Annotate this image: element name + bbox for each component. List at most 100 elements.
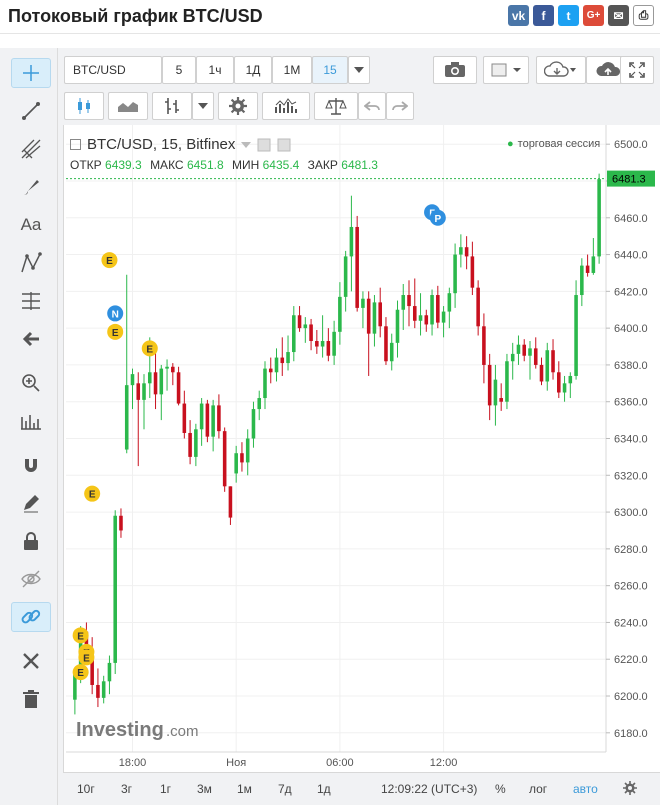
candle-body bbox=[384, 326, 388, 362]
fibonacci-tool[interactable] bbox=[11, 134, 51, 164]
area-type-button[interactable] bbox=[108, 92, 148, 120]
facebook-icon[interactable]: f bbox=[533, 5, 554, 26]
print-icon[interactable]: ⎙ bbox=[633, 5, 654, 26]
load-layout-button[interactable] bbox=[536, 56, 586, 84]
log-toggle[interactable]: лог bbox=[529, 782, 547, 796]
candle-body bbox=[303, 324, 308, 329]
price-tick-label: 6300.0 bbox=[614, 507, 648, 519]
candle-body bbox=[199, 403, 204, 430]
chart-style-button[interactable] bbox=[483, 56, 529, 84]
hide-drawings-tool[interactable] bbox=[11, 564, 51, 594]
fullscreen-button[interactable] bbox=[620, 56, 654, 84]
symbol-search-input[interactable]: BTC/USD bbox=[64, 56, 162, 84]
interval-1h[interactable]: 1ч bbox=[196, 56, 234, 84]
bars-icon bbox=[165, 98, 179, 114]
chevron-down-icon bbox=[198, 103, 208, 109]
brush-tool[interactable] bbox=[11, 172, 51, 202]
vk-icon[interactable]: vk bbox=[508, 5, 529, 26]
percent-toggle[interactable]: % bbox=[495, 782, 506, 796]
collapse-legend-icon[interactable] bbox=[70, 139, 81, 150]
range-3m[interactable]: 3м bbox=[197, 782, 212, 796]
interval-dropdown[interactable] bbox=[348, 56, 370, 84]
measure-ruler-tool[interactable] bbox=[11, 406, 51, 436]
range-1d[interactable]: 1д bbox=[317, 782, 331, 796]
arrow-tool[interactable] bbox=[11, 324, 51, 354]
bars-type-button[interactable] bbox=[152, 92, 192, 120]
text-tool[interactable]: Aa bbox=[11, 210, 51, 240]
fullscreen-icon bbox=[629, 62, 645, 78]
interval-1m[interactable]: 1М bbox=[272, 56, 312, 84]
chart-legend[interactable]: BTC/USD, 15, Bitfinex bbox=[70, 136, 291, 153]
candle-body bbox=[240, 453, 244, 463]
price-tick-label: 6180.0 bbox=[614, 728, 648, 740]
candle-body bbox=[574, 295, 578, 376]
candle-body bbox=[591, 256, 596, 273]
magnet-tool[interactable] bbox=[11, 450, 51, 480]
candle-body bbox=[412, 306, 417, 321]
candles-type-button[interactable] bbox=[64, 92, 104, 120]
measure-icon bbox=[22, 292, 40, 310]
range-10y[interactable]: 10г bbox=[77, 782, 95, 796]
stay-drawing-tool[interactable] bbox=[11, 488, 51, 518]
interval-15[interactable]: 15 bbox=[312, 56, 348, 84]
interval-5[interactable]: 5 bbox=[162, 56, 196, 84]
trend-line-tool[interactable] bbox=[11, 96, 51, 126]
undo-button[interactable] bbox=[358, 92, 386, 120]
clock[interactable]: 12:09:22 (UTC+3) bbox=[381, 782, 477, 796]
auto-toggle[interactable]: авто bbox=[573, 782, 598, 796]
gear-icon[interactable] bbox=[623, 781, 637, 795]
range-3y[interactable]: 3г bbox=[121, 782, 132, 796]
pattern-tool[interactable] bbox=[11, 248, 51, 278]
candle-body bbox=[453, 254, 457, 294]
candle-body bbox=[562, 383, 567, 393]
last-price-label: 6481.3 bbox=[612, 174, 646, 186]
email-icon[interactable]: ✉ bbox=[608, 5, 629, 26]
events: ENEEEEEEEГР bbox=[72, 204, 446, 681]
pencil-icon bbox=[24, 495, 39, 513]
candle-body bbox=[234, 453, 238, 474]
screenshot-button[interactable] bbox=[433, 56, 477, 84]
lock-tool[interactable] bbox=[11, 526, 51, 556]
candle-body bbox=[153, 372, 158, 395]
google-plus-icon[interactable]: G+ bbox=[583, 5, 604, 26]
event-marker-label: E bbox=[112, 328, 119, 339]
candle-body bbox=[580, 265, 584, 296]
candle-body bbox=[395, 309, 400, 343]
header-divider bbox=[0, 33, 660, 34]
crosshair-tool[interactable] bbox=[11, 58, 51, 88]
eye-icon[interactable] bbox=[257, 138, 271, 152]
candle-body bbox=[124, 385, 129, 450]
range-1m[interactable]: 1м bbox=[237, 782, 252, 796]
chart-pane[interactable]: ENEEEEEEEГР 6500.06480.06460.06440.06420… bbox=[63, 125, 660, 789]
chevron-down-icon[interactable] bbox=[241, 141, 252, 148]
range-1y[interactable]: 1г bbox=[160, 782, 171, 796]
price-chart[interactable]: ENEEEEEEEГР 6500.06480.06460.06440.06420… bbox=[64, 125, 660, 772]
time-tick-label: 18:00 bbox=[119, 757, 147, 769]
measure-tool[interactable] bbox=[11, 286, 51, 316]
delete-tool[interactable] bbox=[11, 684, 51, 714]
session-dot-icon: ● bbox=[507, 138, 514, 150]
settings-button[interactable] bbox=[218, 92, 258, 120]
candle-body bbox=[430, 295, 434, 325]
investing-watermark: Investing bbox=[76, 719, 164, 741]
cloud-download-icon bbox=[544, 61, 576, 77]
indicators-button[interactable] bbox=[262, 92, 310, 120]
trend-line-icon bbox=[22, 102, 40, 120]
compare-button[interactable] bbox=[314, 92, 358, 120]
zoom-tool[interactable] bbox=[11, 368, 51, 398]
sync-drawings-tool[interactable] bbox=[11, 602, 51, 632]
range-7d[interactable]: 7д bbox=[278, 782, 292, 796]
settings-small-icon[interactable] bbox=[277, 138, 291, 152]
event-marker-label: Р bbox=[434, 214, 441, 225]
trash-icon bbox=[23, 690, 39, 708]
candle-body bbox=[274, 357, 279, 373]
page-title: Потоковый график BTC/USD bbox=[8, 6, 263, 26]
twitter-icon[interactable]: t bbox=[558, 5, 579, 26]
grid bbox=[66, 125, 606, 752]
redo-button[interactable] bbox=[386, 92, 414, 120]
price-tick-label: 6260.0 bbox=[614, 581, 648, 593]
time-tick-label: 06:00 bbox=[326, 757, 354, 769]
chart-type-dropdown[interactable] bbox=[192, 92, 214, 120]
interval-1d[interactable]: 1Д bbox=[234, 56, 272, 84]
remove-tools[interactable] bbox=[11, 646, 51, 676]
